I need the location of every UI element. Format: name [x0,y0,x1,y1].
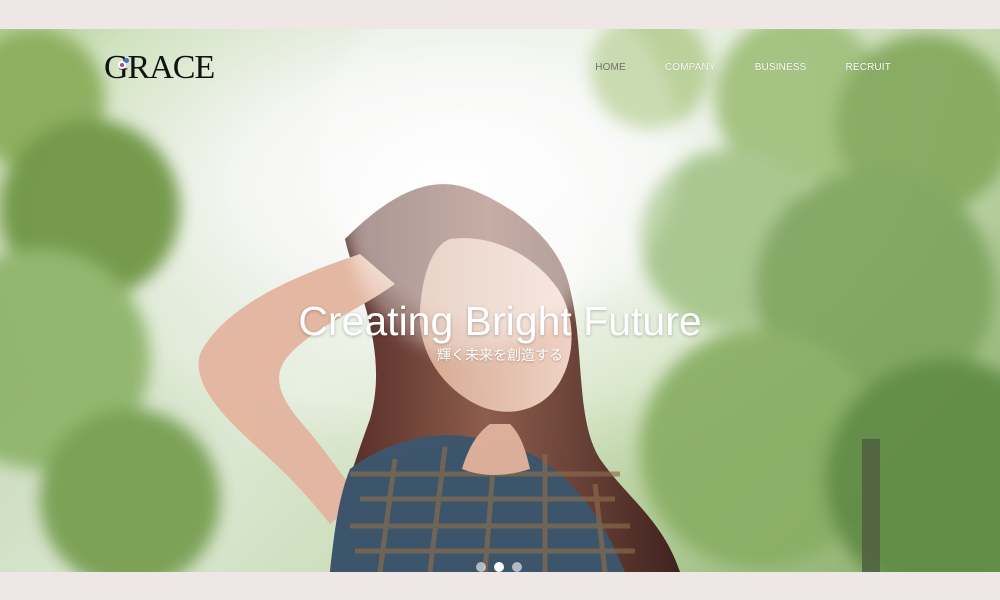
carousel-dot-2[interactable] [494,562,504,572]
carousel-pagination [476,562,522,572]
carousel-dot-1[interactable] [476,562,486,572]
page: GRACE HOME COMPANY BUSINESS RECRUIT Crea… [0,0,1000,600]
hero-subtitle: 輝く未来を創造する [437,347,563,363]
hero-title: Creating Bright Future [298,298,702,344]
tree-trunk [862,439,880,572]
hero-section: GRACE HOME COMPANY BUSINESS RECRUIT Crea… [0,29,1000,572]
nav-company[interactable]: COMPANY [665,62,716,74]
main-navigation: HOME COMPANY BUSINESS RECRUIT [595,62,891,74]
grace-logo[interactable]: GRACE [103,48,223,88]
nav-business[interactable]: BUSINESS [755,62,807,74]
nav-recruit[interactable]: RECRUIT [846,62,892,74]
nav-home[interactable]: HOME [595,62,626,74]
logo-accent-dot-icon-blue [124,58,129,63]
carousel-dot-3[interactable] [512,562,522,572]
